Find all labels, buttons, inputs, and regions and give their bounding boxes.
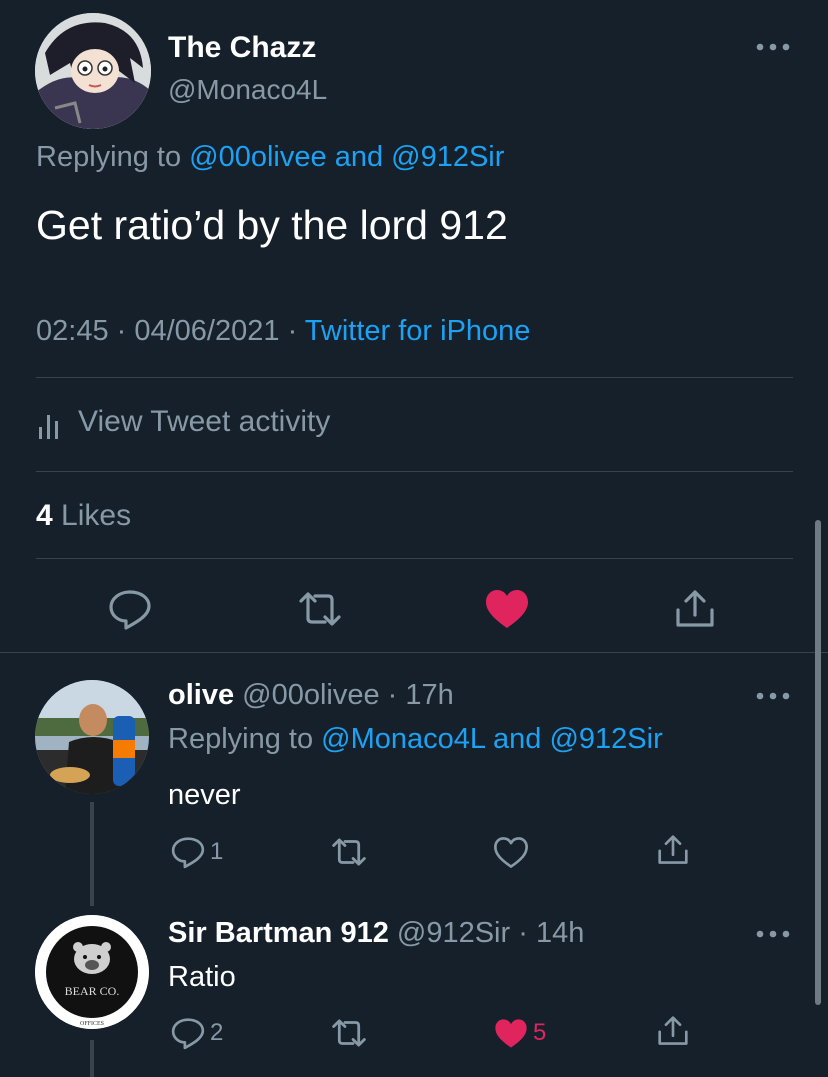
- retweet-button[interactable]: [330, 834, 372, 870]
- tweet-time: 02:45: [36, 315, 109, 347]
- reply-header: olive @00olivee · 17h: [168, 679, 454, 711]
- share-icon[interactable]: [672, 588, 718, 630]
- replying-to: Replying to @Monaco4L and @912Sir: [168, 721, 663, 757]
- divider: [36, 558, 793, 559]
- reply-button[interactable]: 1: [170, 834, 223, 870]
- retweet-icon: [330, 835, 368, 869]
- retweet-button[interactable]: [330, 1015, 372, 1051]
- mention-link[interactable]: @Monaco4L: [321, 723, 485, 755]
- heart-icon: [493, 1017, 529, 1050]
- more-icon[interactable]: [755, 40, 791, 54]
- reply-time: 17h: [405, 679, 454, 711]
- avatar-brand-text: BEAR CO.: [65, 984, 120, 998]
- reply-time: 14h: [535, 917, 585, 949]
- reply-author-handle[interactable]: @00olivee: [242, 679, 379, 711]
- mention-link[interactable]: @912Sir: [391, 141, 504, 173]
- share-button[interactable]: [655, 1013, 691, 1049]
- reply-header: Sir Bartman 912 @912Sir · 14h: [168, 917, 585, 949]
- share-icon: [655, 1013, 691, 1049]
- reply-count: 2: [210, 1019, 224, 1046]
- more-icon[interactable]: [755, 927, 791, 941]
- thread-line: [90, 802, 94, 906]
- author-name[interactable]: The Chazz: [168, 30, 316, 66]
- replying-prefix: Replying to: [36, 141, 182, 173]
- reply-icon[interactable]: [107, 588, 153, 630]
- author-handle[interactable]: @Monaco4L: [168, 73, 327, 107]
- heart-icon: [493, 836, 529, 869]
- tweet-client[interactable]: Twitter for iPhone: [305, 315, 531, 347]
- reply-text: Ratio: [168, 961, 236, 993]
- replying-and: and: [334, 141, 384, 173]
- like-button[interactable]: [493, 834, 533, 870]
- reply-icon: [170, 1016, 206, 1050]
- reply-avatar[interactable]: [35, 680, 149, 794]
- replying-and: and: [493, 723, 542, 755]
- like-button[interactable]: 5: [493, 1015, 546, 1051]
- tweet-meta: 02:45 · 04/06/2021 · Twitter for iPhone: [36, 315, 531, 347]
- heart-icon[interactable]: [484, 588, 530, 630]
- reply-avatar[interactable]: BEAR CO. OFFICES: [35, 915, 149, 1029]
- scrollbar[interactable]: [815, 520, 821, 1005]
- thread-line: [90, 1040, 94, 1077]
- more-icon[interactable]: [755, 689, 791, 703]
- avatar-brand-subtext: OFFICES: [80, 1021, 104, 1027]
- retweet-icon[interactable]: [297, 588, 343, 630]
- like-count: 5: [533, 1019, 547, 1046]
- share-button[interactable]: [655, 832, 691, 868]
- main-avatar[interactable]: [35, 13, 151, 129]
- reply-button[interactable]: 2: [170, 1015, 223, 1051]
- view-activity-button[interactable]: View Tweet activity: [36, 402, 330, 442]
- divider: [36, 471, 793, 472]
- replying-prefix: Replying to: [168, 723, 314, 755]
- mention-link[interactable]: @00olivee: [189, 141, 326, 173]
- likes-label: Likes: [61, 499, 132, 532]
- retweet-icon: [330, 1016, 368, 1050]
- activity-label: View Tweet activity: [78, 405, 331, 438]
- mention-link[interactable]: @912Sir: [549, 723, 662, 755]
- reply-author-handle[interactable]: @912Sir: [397, 917, 510, 949]
- tweet-date: 04/06/2021: [134, 315, 280, 347]
- reply-text: never: [168, 779, 241, 811]
- divider: [36, 377, 793, 378]
- replying-to: Replying to @00olivee and @912Sir: [36, 140, 504, 174]
- likes-number: 4: [36, 499, 53, 532]
- reply-count: 1: [210, 838, 224, 865]
- activity-icon: [36, 405, 64, 439]
- reply-author-name[interactable]: olive: [168, 679, 234, 711]
- reply-icon: [170, 835, 206, 869]
- tweet-text: Get ratio’d by the lord 912: [36, 202, 508, 248]
- divider: [0, 652, 828, 653]
- reply-author-name[interactable]: Sir Bartman 912: [168, 917, 389, 949]
- likes-count[interactable]: 4 Likes: [36, 498, 131, 534]
- share-icon: [655, 832, 691, 868]
